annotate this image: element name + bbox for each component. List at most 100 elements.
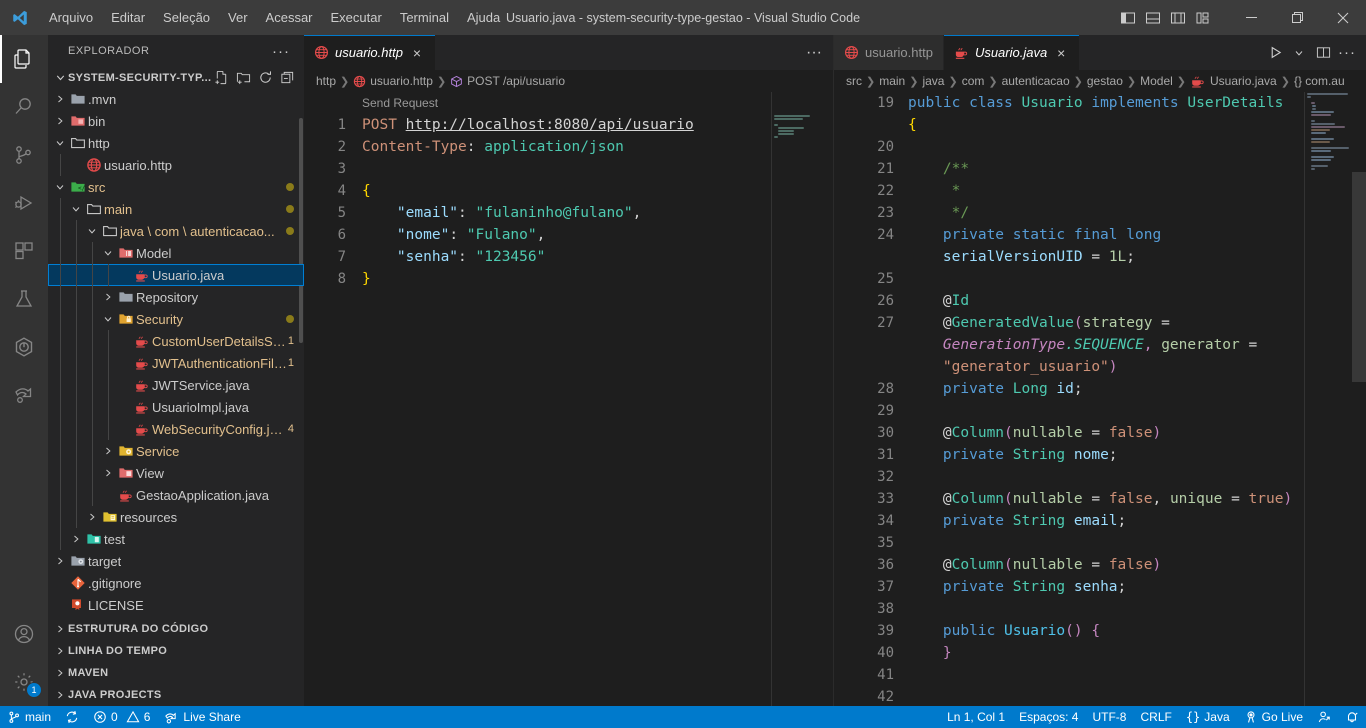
chevron-right-icon[interactable] [52, 115, 68, 127]
tab-usuario-http[interactable]: usuario.http × [304, 35, 436, 70]
minimize-button[interactable] [1228, 0, 1274, 35]
tree-item-gestaoapplication-java[interactable]: GestaoApplication.java [48, 484, 304, 506]
status-encoding[interactable]: UTF-8 [1085, 706, 1133, 728]
chevron-down-icon[interactable] [1288, 42, 1310, 64]
breadcrumb-item-main[interactable]: main [879, 74, 905, 88]
menu-bar[interactable]: Arquivo Editar Seleção Ver Acessar Execu… [40, 0, 509, 35]
breadcrumb-item-usuario-http[interactable]: usuario.http [353, 74, 433, 88]
editor-more-actions-icon[interactable]: ··· [1336, 42, 1358, 64]
breadcrumb-group-2[interactable]: src ❯ main ❯ java ❯ com ❯ autenticacao ❯ gestao ❯ Mo… [834, 70, 1366, 92]
close-button[interactable] [1320, 0, 1366, 35]
tree-item-model[interactable]: Model [48, 242, 304, 264]
breadcrumb-group-1[interactable]: http ❯ usuario.http ❯ POST /api/usuario [304, 70, 833, 92]
code-lens-send-request[interactable]: Send Request [362, 92, 438, 114]
section-estrutura-do-codigo[interactable]: ESTRUTURA DO CÓDIGO [48, 618, 304, 640]
breadcrumb-item-post-api-usuario[interactable]: POST /api/usuario [450, 74, 565, 88]
run-icon[interactable] [1264, 42, 1286, 64]
status-indentation[interactable]: Espaços: 4 [1012, 706, 1085, 728]
workspace-folder-header[interactable]: SYSTEM-SECURITY-TYP... [48, 68, 304, 88]
section-maven[interactable]: MAVEN [48, 662, 304, 684]
tab-close-icon[interactable]: × [1053, 45, 1069, 61]
tree-item-test[interactable]: test [48, 528, 304, 550]
split-editor-icon[interactable] [1312, 42, 1334, 64]
tree-item-service[interactable]: Service [48, 440, 304, 462]
activity-testing[interactable] [0, 275, 48, 323]
breadcrumb-item-model[interactable]: Model [1140, 74, 1173, 88]
breadcrumb-item-java[interactable]: java [922, 74, 944, 88]
chevron-right-icon[interactable] [68, 533, 84, 545]
status-notifications[interactable] [1338, 706, 1366, 728]
chevron-down-icon[interactable] [84, 225, 100, 237]
activity-extensions[interactable] [0, 227, 48, 275]
section-java-projects[interactable]: JAVA PROJECTS [48, 684, 304, 706]
tree-item-usuario-java[interactable]: Usuario.java [48, 264, 304, 286]
tree-item-customuserdetailsser[interactable]: CustomUserDetailsSer... 1 [48, 330, 304, 352]
chevron-down-icon[interactable] [52, 181, 68, 193]
collapse-all-icon[interactable] [278, 69, 296, 87]
refresh-icon[interactable] [256, 69, 274, 87]
chevron-down-icon[interactable] [68, 203, 84, 215]
editor-scrollbar-group-1[interactable] [819, 92, 833, 706]
chevron-down-icon[interactable] [100, 247, 116, 259]
tab-usuario-http-g2[interactable]: usuario.http [834, 35, 944, 70]
status-language-mode[interactable]: {} Java [1179, 706, 1237, 728]
tab-close-icon[interactable]: × [409, 45, 425, 61]
tree-item-resources[interactable]: resources [48, 506, 304, 528]
chevron-down-icon[interactable] [100, 313, 116, 325]
tree-item-jwtauthenticationfilt[interactable]: JWTAuthenticationFilt... 1 [48, 352, 304, 374]
status-problems[interactable]: 0 6 [86, 706, 157, 728]
code-editor-http[interactable]: Send Request 1 POST http://localhost:8080… [304, 92, 833, 706]
menu-editar[interactable]: Editar [102, 0, 154, 35]
tree-item-jwtservice-java[interactable]: JWTService.java [48, 374, 304, 396]
new-file-icon[interactable] [212, 69, 230, 87]
toggle-primary-sidebar-icon[interactable] [1117, 7, 1139, 29]
activity-spring-boot-dashboard[interactable] [0, 323, 48, 371]
tree-item-repository[interactable]: Repository [48, 286, 304, 308]
chevron-right-icon[interactable] [84, 511, 100, 523]
menu-ajuda[interactable]: Ajuda [458, 0, 509, 35]
breadcrumb-item-http[interactable]: http [316, 74, 336, 88]
breadcrumb-item-usuario-java[interactable]: Usuario.java [1190, 73, 1277, 89]
activity-source-control[interactable] [0, 131, 48, 179]
chevron-right-icon[interactable] [52, 555, 68, 567]
tree-item-license[interactable]: LICENSE [48, 594, 304, 616]
status-branch[interactable]: main [0, 706, 58, 728]
menu-executar[interactable]: Executar [322, 0, 391, 35]
tree-item-target[interactable]: target [48, 550, 304, 572]
editor-more-actions-icon[interactable]: ··· [803, 42, 825, 64]
chevron-down-icon[interactable] [52, 71, 68, 84]
breadcrumb-item-com[interactable]: com [962, 74, 985, 88]
chevron-right-icon[interactable] [100, 467, 116, 479]
tree-item-view[interactable]: View [48, 462, 304, 484]
tree-item-main[interactable]: main [48, 198, 304, 220]
chevron-right-icon[interactable] [100, 445, 116, 457]
status-cursor-position[interactable]: Ln 1, Col 1 [940, 706, 1012, 728]
status-go-live[interactable]: Go Live [1237, 706, 1310, 728]
tree-item-mvn[interactable]: .mvn [48, 88, 304, 110]
tree-item-gitignore[interactable]: .gitignore [48, 572, 304, 594]
chevron-right-icon[interactable] [100, 291, 116, 303]
tree-item-usuario-http[interactable]: usuario.http [48, 154, 304, 176]
tab-usuario-java[interactable]: Usuario.java × [944, 35, 1080, 70]
breadcrumb-item-autenticacao[interactable]: autenticacao [1002, 74, 1070, 88]
menu-arquivo[interactable]: Arquivo [40, 0, 102, 35]
code-editor-java[interactable]: 19 public class Usuario implements UserDe… [834, 92, 1366, 706]
activity-accounts[interactable] [0, 610, 48, 658]
chevron-down-icon[interactable] [52, 137, 68, 149]
section-linha-do-tempo[interactable]: LINHA DO TEMPO [48, 640, 304, 662]
maximize-button[interactable] [1274, 0, 1320, 35]
activity-manage[interactable]: 1 [0, 658, 48, 706]
menu-ver[interactable]: Ver [219, 0, 257, 35]
activity-explorer[interactable] [0, 35, 48, 83]
file-tree[interactable]: .mvn bin http usuario.http </>src main java \ … [48, 88, 304, 618]
toggle-panel-icon[interactable] [1142, 7, 1164, 29]
toggle-secondary-sidebar-icon[interactable] [1167, 7, 1189, 29]
tree-item-http[interactable]: http [48, 132, 304, 154]
code-lens-row[interactable]: Send Request [304, 92, 833, 114]
breadcrumb-item-com-au[interactable]: {} com.au [1294, 74, 1345, 88]
status-sync[interactable] [58, 706, 86, 728]
editor-scrollbar-group-2[interactable] [1352, 92, 1366, 706]
activity-run-and-debug[interactable] [0, 179, 48, 227]
breadcrumb-item-src[interactable]: src [846, 74, 862, 88]
breadcrumb-item-gestao[interactable]: gestao [1087, 74, 1123, 88]
